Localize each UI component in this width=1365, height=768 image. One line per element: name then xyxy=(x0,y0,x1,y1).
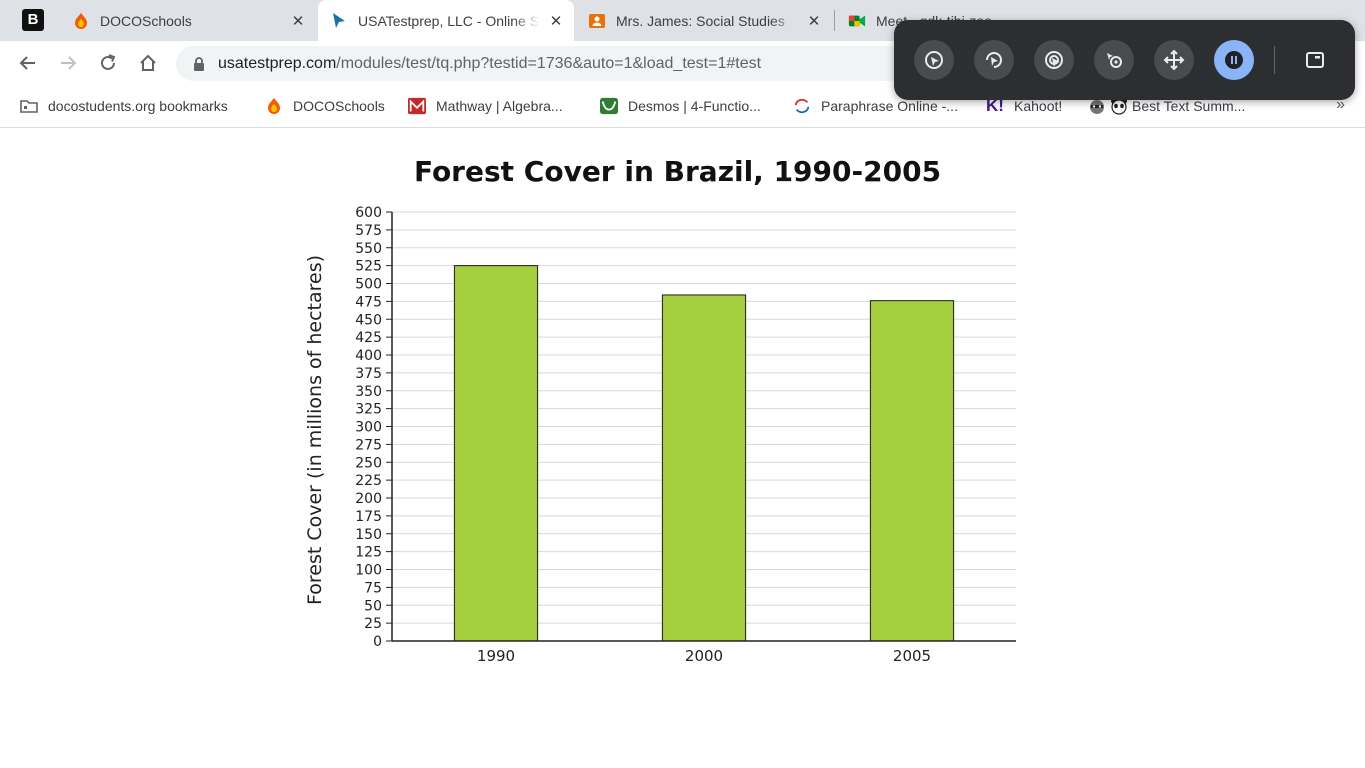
home-icon xyxy=(140,54,156,71)
home-button[interactable] xyxy=(134,49,162,77)
capture-rotate-button[interactable] xyxy=(974,40,1014,80)
url-host: usatestprep.com xyxy=(218,55,337,72)
bookmark-label: Kahoot! xyxy=(1014,98,1063,114)
x-tick-label: 1990 xyxy=(477,647,515,665)
reload-button[interactable] xyxy=(94,49,122,77)
capture-cursor-button[interactable] xyxy=(914,40,954,80)
capture-move-button[interactable] xyxy=(1154,40,1194,80)
capture-pause-button[interactable] xyxy=(1214,40,1254,80)
y-tick-label: 175 xyxy=(355,509,382,525)
meet-icon xyxy=(848,12,866,30)
tab-mrs-james[interactable]: Mrs. James: Social Studies ✕ xyxy=(576,0,832,41)
url-path: /modules/test/tq.php?testid=1736&auto=1&… xyxy=(336,55,762,72)
cursor-icon xyxy=(925,51,943,69)
y-tick-label: 450 xyxy=(355,312,382,328)
reload-icon xyxy=(101,54,116,70)
lock-icon xyxy=(194,57,204,71)
app-logo-icon[interactable]: B xyxy=(22,9,44,31)
forward-arrow-icon xyxy=(61,56,77,70)
usatestprep-cursor-icon xyxy=(330,12,348,30)
y-tick-label: 375 xyxy=(355,366,382,382)
bookmark-label: Paraphrase Online -... xyxy=(821,98,958,114)
y-tick-label: 350 xyxy=(355,384,382,400)
bookmark-desmos[interactable]: Desmos | 4-Functio... xyxy=(600,96,761,116)
y-tick-label: 325 xyxy=(355,402,382,418)
tab-title: Mrs. James: Social Studies xyxy=(616,12,785,29)
y-tick-label: 50 xyxy=(364,598,382,614)
x-tick-label: 2005 xyxy=(893,647,931,665)
bookmark-label: Desmos | 4-Functio... xyxy=(628,98,761,114)
bar-2000 xyxy=(661,294,747,642)
rotate-cursor-icon xyxy=(986,52,1002,68)
forward-button[interactable] xyxy=(54,49,82,77)
y-tick-label: 300 xyxy=(355,420,382,436)
y-tick-label: 25 xyxy=(364,616,382,632)
tab-docoschools[interactable]: DOCOSchools ✕ xyxy=(60,0,316,41)
cursor-target-icon xyxy=(1107,53,1122,68)
y-tick-label: 125 xyxy=(355,545,382,561)
y-tick-label: 475 xyxy=(355,294,382,310)
y-tick-label: 525 xyxy=(355,259,382,275)
x-tick-label: 2000 xyxy=(685,647,723,665)
y-tick-label: 0 xyxy=(373,634,382,650)
bookmark-label: Best Text Summ... xyxy=(1132,98,1246,114)
y-tick-label: 275 xyxy=(355,437,382,453)
y-tick-label: 575 xyxy=(355,223,382,239)
y-tick-label: 100 xyxy=(355,563,382,579)
docoschools-icon xyxy=(72,12,90,30)
y-tick-label: 150 xyxy=(355,527,382,543)
paraphrase-icon xyxy=(793,97,811,115)
forest-cover-chart: Forest Cover in Brazil, 1990-2005 0 25 50 7… xyxy=(290,145,1030,675)
close-tab-icon[interactable]: ✕ xyxy=(288,11,308,31)
y-tick-label: 250 xyxy=(355,455,382,471)
y-tick-label: 500 xyxy=(355,277,382,293)
folder-icon xyxy=(20,97,38,115)
bar-1990 xyxy=(453,265,539,642)
tab-usatestprep[interactable]: USATestprep, LLC - Online S ✕ xyxy=(318,0,574,41)
mathway-icon xyxy=(408,97,426,115)
tab-separator xyxy=(834,10,835,31)
tab-title: USATestprep, LLC - Online S xyxy=(358,12,540,29)
url-text: usatestprep.com/modules/test/tq.php?test… xyxy=(218,55,761,73)
back-arrow-icon xyxy=(19,56,35,70)
y-tick-label: 400 xyxy=(355,348,382,364)
y-tick-label: 600 xyxy=(355,205,382,221)
y-tick-label: 425 xyxy=(355,330,382,346)
bookmark-docostudents[interactable]: docostudents.org bookmarks xyxy=(20,96,228,116)
bookmark-label: Mathway | Algebra... xyxy=(436,98,563,114)
y-tick-label: 75 xyxy=(364,580,382,596)
cursor-ring-icon xyxy=(1045,51,1063,69)
y-tick-label: 550 xyxy=(355,241,382,257)
capture-ring-button[interactable] xyxy=(1034,40,1074,80)
close-tab-icon[interactable]: ✕ xyxy=(546,11,566,31)
bookmark-docoschools[interactable]: DOCOSchools xyxy=(265,96,385,116)
classroom-icon xyxy=(588,12,606,30)
docoschools-icon xyxy=(265,97,283,115)
back-button[interactable] xyxy=(14,49,42,77)
bookmark-label: docostudents.org bookmarks xyxy=(48,98,228,114)
capture-target-button[interactable] xyxy=(1094,40,1134,80)
desmos-icon xyxy=(600,97,618,115)
y-tick-label: 225 xyxy=(355,473,382,489)
pause-icon xyxy=(1225,51,1243,69)
capture-divider xyxy=(1274,46,1275,74)
bookmark-mathway[interactable]: Mathway | Algebra... xyxy=(408,96,563,116)
chart-svg: 0 25 50 75100 125 150 175 200 225 250 275300 325 350… xyxy=(304,205,1016,665)
move-icon xyxy=(1163,49,1185,71)
window-icon xyxy=(1306,52,1324,68)
tab-title: DOCOSchools xyxy=(100,12,192,29)
y-axis-label: Forest Cover (in millions of hectares) xyxy=(304,255,326,605)
screen-capture-bar xyxy=(894,20,1355,100)
capture-window-button[interactable] xyxy=(1295,40,1335,80)
bar-2005 xyxy=(869,300,955,642)
bookmark-label: DOCOSchools xyxy=(293,98,385,114)
close-tab-icon[interactable]: ✕ xyxy=(804,11,824,31)
y-tick-label: 200 xyxy=(355,491,382,507)
